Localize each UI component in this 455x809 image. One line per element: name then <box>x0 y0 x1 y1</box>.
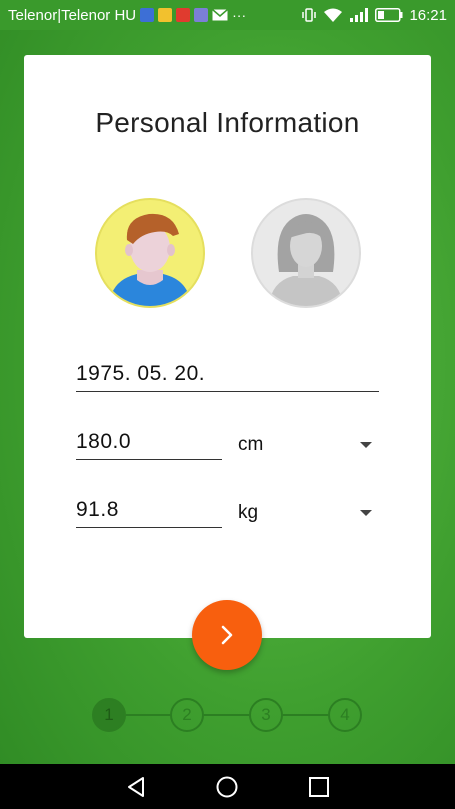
page-title: Personal Information <box>95 107 360 138</box>
weight-unit-dropdown[interactable]: kg <box>238 498 378 528</box>
status-bar: Telenor|Telenor HU ··· 16:21 <box>0 0 455 30</box>
weight-value: 91.8 <box>76 498 119 521</box>
step-connector <box>126 714 170 716</box>
personal-info-card: Personal Information 1975. 05. 20. 180.0… <box>24 55 431 638</box>
gender-female-button[interactable] <box>251 198 361 308</box>
birth-date-field[interactable]: 1975. 05. 20. <box>76 362 379 392</box>
recents-icon[interactable] <box>307 775 331 799</box>
clock: 16:21 <box>409 6 447 24</box>
calendar-icon <box>140 8 155 22</box>
carrier-name: Telenor|Telenor HU <box>8 6 137 24</box>
weight-unit-label: kg <box>238 502 259 523</box>
male-avatar-icon <box>109 213 191 306</box>
step-2: 2 <box>170 698 204 732</box>
step-connector <box>204 714 249 716</box>
more-icon: ··· <box>232 7 247 23</box>
dropdown-arrow-icon <box>360 442 372 448</box>
weight-input[interactable]: 91.8 <box>76 498 222 528</box>
height-value: 180.0 <box>76 430 132 453</box>
progress-stepper: 1 2 3 4 <box>0 695 455 735</box>
dropdown-arrow-icon <box>360 510 372 516</box>
status-right: 16:21 <box>301 7 447 24</box>
next-button[interactable] <box>192 600 262 670</box>
home-icon[interactable] <box>215 775 239 799</box>
vibrate-icon <box>302 8 317 22</box>
height-unit-label: cm <box>238 434 264 455</box>
step-connector <box>283 714 328 716</box>
height-input[interactable]: 180.0 <box>76 430 222 460</box>
battery-icon <box>375 8 403 22</box>
back-icon[interactable] <box>124 775 148 799</box>
female-avatar-icon <box>269 214 343 306</box>
birth-date-value: 1975. 05. 20. <box>76 362 206 385</box>
step-3: 3 <box>249 698 283 732</box>
step-4: 4 <box>328 698 362 732</box>
signal-icon <box>350 8 369 22</box>
step-1: 1 <box>92 698 126 732</box>
gender-male-button[interactable] <box>95 198 205 308</box>
notes-icon <box>158 8 173 22</box>
system-nav-bar <box>0 764 455 809</box>
wifi-icon <box>324 8 343 22</box>
chevron-right-icon <box>221 625 233 645</box>
mail-icon <box>212 9 229 21</box>
height-unit-dropdown[interactable]: cm <box>238 430 378 460</box>
status-left: Telenor|Telenor HU ··· <box>8 7 246 24</box>
youtube-icon <box>176 8 191 22</box>
gallery-icon <box>194 8 209 22</box>
